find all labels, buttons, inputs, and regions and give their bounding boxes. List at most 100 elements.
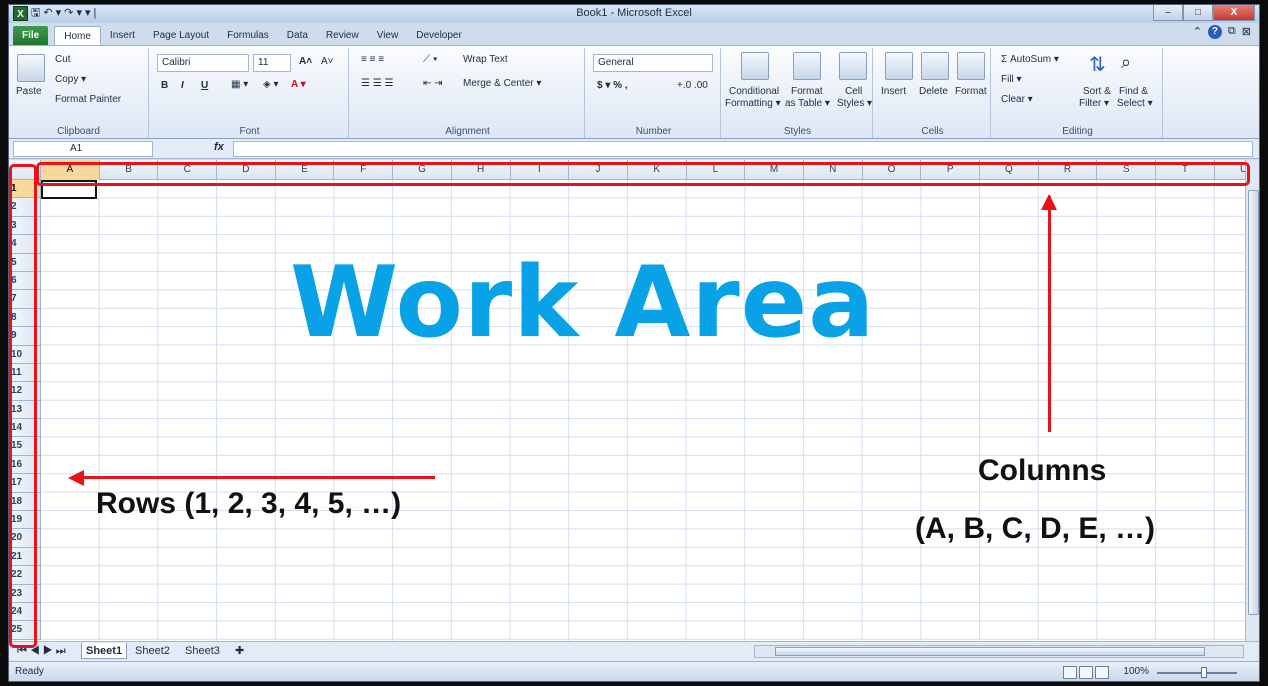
row-header-18[interactable]: 18 — [9, 492, 41, 512]
fill-color-icon[interactable]: ◈ ▾ — [263, 79, 279, 90]
row-header-2[interactable]: 2 — [9, 198, 41, 217]
zoom-level[interactable]: 100% — [1123, 666, 1149, 677]
row-header-24[interactable]: 24 — [9, 602, 41, 622]
column-header-b[interactable]: B — [100, 160, 159, 180]
column-header-g[interactable]: G — [393, 160, 452, 180]
column-header-k[interactable]: K — [628, 160, 687, 180]
column-header-c[interactable]: C — [158, 160, 218, 180]
tab-review[interactable]: Review — [317, 26, 368, 45]
row-header-8[interactable]: 8 — [9, 308, 41, 328]
delete-button[interactable]: Delete — [919, 86, 948, 97]
column-header-o[interactable]: O — [863, 160, 922, 180]
merge-center-button[interactable]: Merge & Center ▾ — [463, 78, 541, 89]
insert-sheet-icon[interactable]: ✚ — [231, 643, 248, 659]
row-header-25[interactable]: 25 — [9, 621, 41, 640]
cell-styles-label-2[interactable]: Styles ▾ — [837, 98, 872, 109]
cell-styles-label[interactable]: Cell — [845, 86, 862, 97]
row-header-6[interactable]: 6 — [9, 271, 41, 291]
row-header-20[interactable]: 20 — [9, 529, 41, 548]
delete-cells-icon[interactable] — [921, 52, 949, 80]
column-header-a[interactable]: A — [41, 160, 100, 180]
align-left-icon[interactable]: ☰ ☰ ☰ — [361, 78, 393, 89]
row-header-7[interactable]: 7 — [9, 290, 41, 309]
row-header-14[interactable]: 14 — [9, 419, 41, 438]
paste-icon[interactable] — [17, 54, 45, 82]
maximize-button[interactable]: □ — [1183, 5, 1213, 21]
horizontal-scroll-thumb[interactable] — [775, 647, 1205, 656]
name-box[interactable]: A1 — [13, 141, 153, 157]
page-break-view-icon[interactable] — [1095, 666, 1109, 679]
zoom-slider-knob[interactable] — [1201, 667, 1207, 678]
format-cells-icon[interactable] — [957, 52, 985, 80]
column-header-q[interactable]: Q — [980, 160, 1039, 180]
column-header-e[interactable]: E — [276, 160, 335, 180]
sort-filter-icon[interactable]: ⇅ — [1089, 52, 1106, 77]
wrap-text-button[interactable]: Wrap Text — [463, 54, 508, 65]
row-header-10[interactable]: 10 — [9, 345, 41, 364]
sort-filter-label[interactable]: Sort & — [1083, 86, 1111, 97]
vertical-scrollbar[interactable] — [1245, 160, 1259, 641]
column-header-f[interactable]: F — [334, 160, 394, 180]
orientation-icon[interactable]: ⟋ ▾ — [423, 54, 438, 65]
row-header-3[interactable]: 3 — [9, 216, 41, 236]
font-size-select[interactable]: 11 — [253, 54, 291, 72]
tab-page-layout[interactable]: Page Layout — [144, 26, 218, 45]
tab-data[interactable]: Data — [278, 26, 317, 45]
minimize-ribbon-icon[interactable]: ⌃ — [1193, 25, 1202, 39]
clear-button[interactable]: Clear ▾ — [1001, 94, 1033, 105]
conditional-formatting-label-2[interactable]: Formatting ▾ — [725, 98, 781, 109]
sheet-tab-active[interactable]: Sheet1 — [81, 643, 128, 659]
tab-developer[interactable]: Developer — [407, 26, 471, 45]
number-format-select[interactable]: General — [593, 54, 713, 72]
row-header-19[interactable]: 19 — [9, 511, 41, 530]
row-header-21[interactable]: 21 — [9, 547, 41, 567]
row-header-9[interactable]: 9 — [9, 327, 41, 346]
tab-formulas[interactable]: Formulas — [218, 26, 278, 45]
insert-function-icon[interactable]: fx — [214, 141, 224, 153]
decimal-buttons[interactable]: +.0 .00 — [677, 80, 708, 91]
row-header-5[interactable]: 5 — [9, 253, 41, 272]
row-header-17[interactable]: 17 — [9, 474, 41, 493]
shrink-font-button[interactable]: A˅ — [321, 56, 334, 67]
row-header-11[interactable]: 11 — [9, 363, 41, 383]
copy-button[interactable]: Copy ▾ — [55, 74, 86, 85]
cell-styles-icon[interactable] — [839, 52, 867, 80]
cut-button[interactable]: Cut — [55, 54, 71, 65]
row-header-4[interactable]: 4 — [9, 235, 41, 254]
normal-view-icon[interactable] — [1063, 666, 1077, 679]
font-color-icon[interactable]: A ▾ — [291, 79, 306, 90]
active-cell[interactable] — [41, 180, 97, 199]
conditional-formatting-label[interactable]: Conditional — [729, 86, 779, 97]
close-button[interactable]: X — [1213, 5, 1255, 21]
column-header-l[interactable]: L — [687, 160, 746, 180]
column-header-s[interactable]: S — [1097, 160, 1157, 180]
row-header-15[interactable]: 15 — [9, 437, 41, 456]
column-header-p[interactable]: P — [921, 160, 980, 180]
borders-icon[interactable]: ▦ ▾ — [231, 79, 248, 90]
column-header-r[interactable]: R — [1039, 160, 1098, 180]
restore-workbook-icon[interactable]: ⧉ — [1228, 25, 1236, 39]
help-icon[interactable]: ? — [1207, 25, 1222, 39]
column-header-t[interactable]: T — [1156, 160, 1215, 180]
fill-button[interactable]: Fill ▾ — [1001, 74, 1022, 85]
column-header-u[interactable]: U — [1215, 160, 1245, 180]
row-header-12[interactable]: 12 — [9, 382, 41, 401]
indent-icon[interactable]: ⇤ ⇥ — [423, 78, 443, 89]
column-header-i[interactable]: I — [511, 160, 570, 180]
row-header-1[interactable]: 1 — [9, 180, 41, 199]
format-as-table-icon[interactable] — [793, 52, 821, 80]
insert-button[interactable]: Insert — [881, 86, 906, 97]
conditional-formatting-icon[interactable] — [741, 52, 769, 80]
sheet-tab-3[interactable]: Sheet3 — [181, 643, 224, 659]
paste-button[interactable]: Paste — [16, 86, 42, 97]
sort-filter-label-2[interactable]: Filter ▾ — [1079, 98, 1109, 109]
top-align-icon[interactable]: ≡ ≡ ≡ — [361, 54, 384, 65]
find-select-label-2[interactable]: Select ▾ — [1117, 98, 1153, 109]
minimize-button[interactable]: – — [1153, 5, 1183, 21]
column-header-n[interactable]: N — [804, 160, 863, 180]
tab-file[interactable]: File — [13, 26, 49, 45]
format-painter-button[interactable]: Format Painter — [55, 94, 121, 105]
italic-button[interactable]: I — [181, 80, 184, 91]
horizontal-scrollbar[interactable] — [754, 645, 1244, 658]
sheet-tab-2[interactable]: Sheet2 — [131, 643, 174, 659]
